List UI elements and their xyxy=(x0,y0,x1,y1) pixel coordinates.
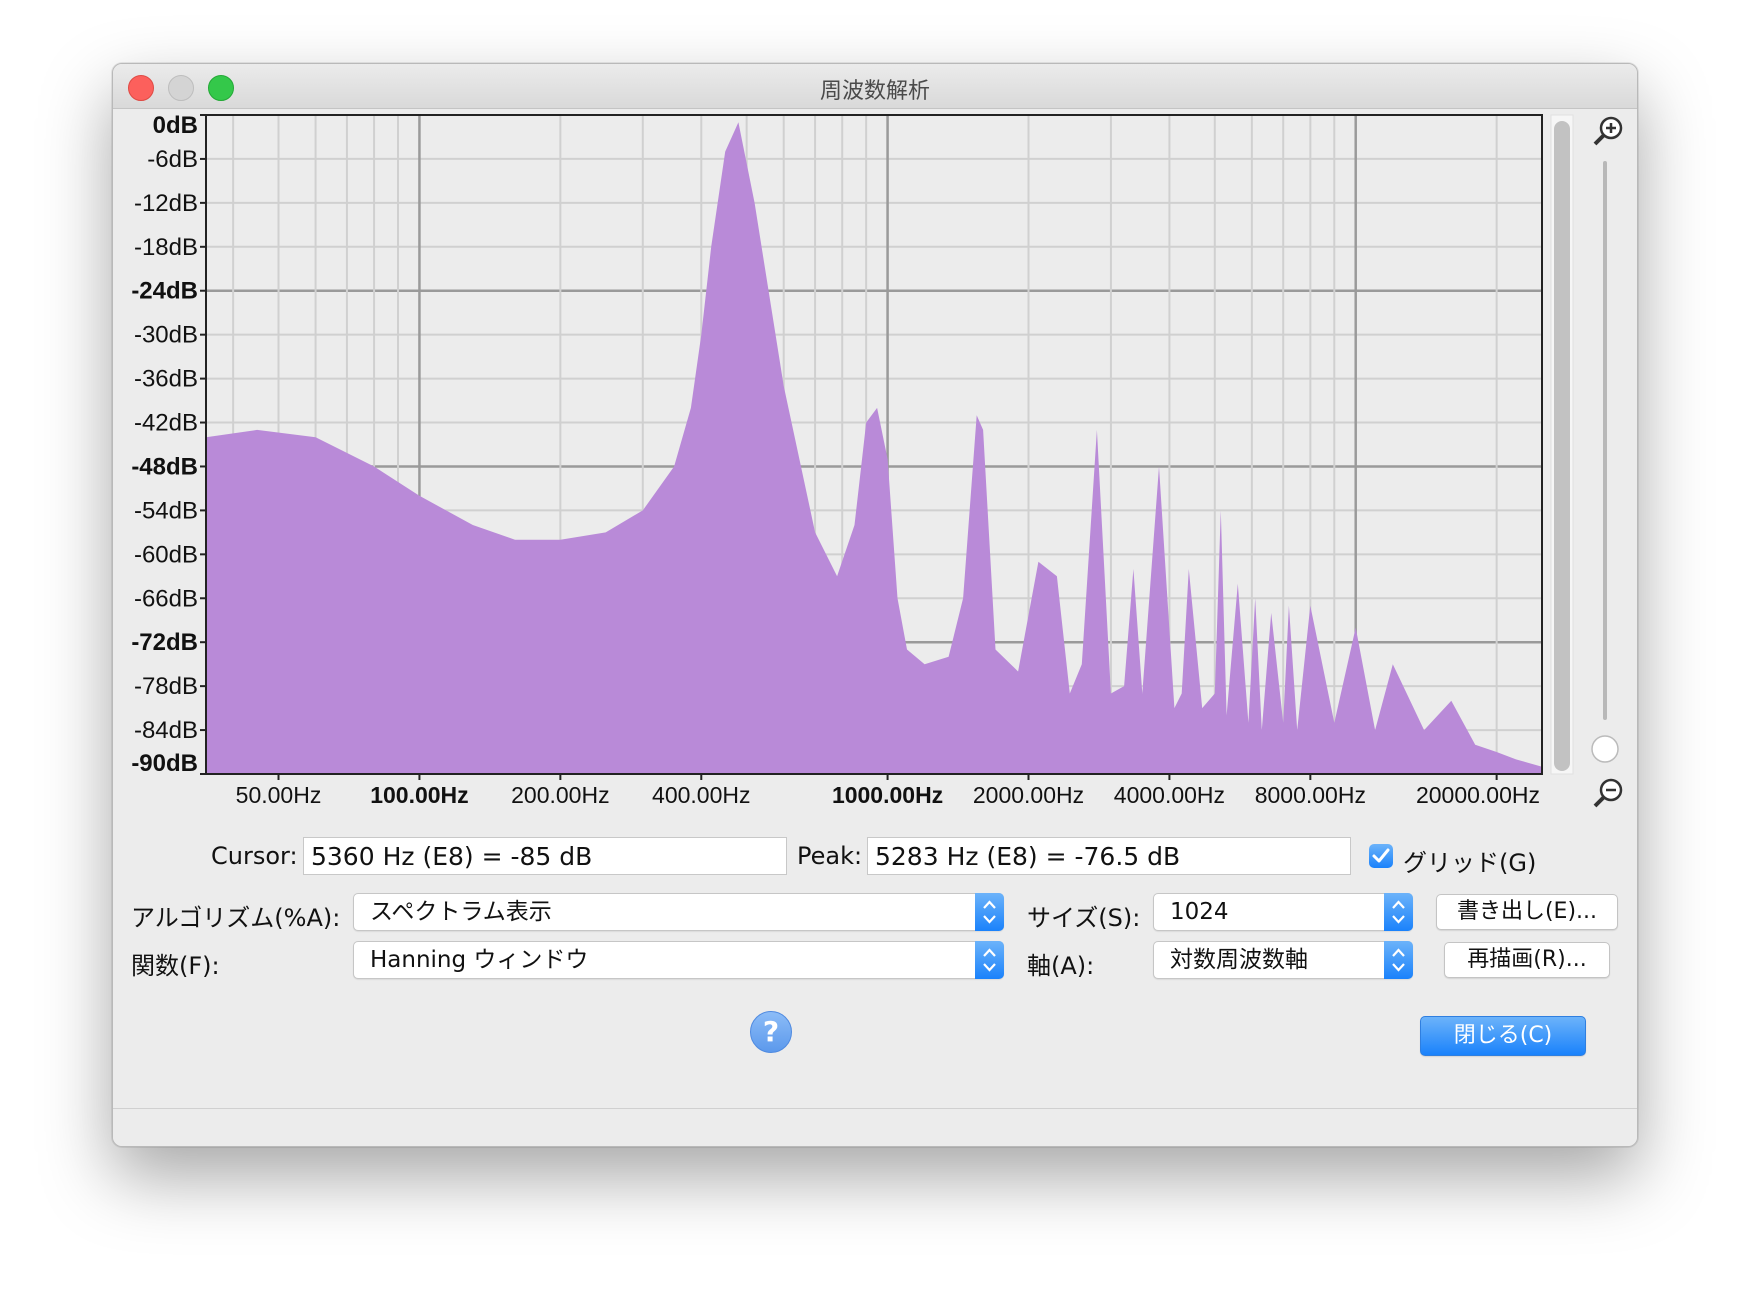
chevron-updown-icon xyxy=(983,900,996,924)
y-tick-label: -24dB xyxy=(131,278,198,305)
y-tick-label: -78dB xyxy=(134,673,198,700)
zoom-slider-thumb[interactable] xyxy=(1591,735,1619,763)
y-tick-label: -84dB xyxy=(134,717,198,744)
scrollbar-thumb[interactable] xyxy=(1554,121,1570,771)
y-axis-labels: 0dB -6dB -12dB -18dB -24dB -30dB -36dB -42dB -48… xyxy=(131,112,198,777)
redraw-button[interactable]: 再描画(R)... xyxy=(1444,942,1610,978)
spectrum-plot: 0dB -6dB -12dB -18dB -24dB -30dB -36dB -42dB -48… xyxy=(131,112,1623,808)
cursor-label: Cursor: xyxy=(211,842,298,870)
y-tick-label: -48dB xyxy=(131,453,198,480)
size-stepper[interactable] xyxy=(1384,893,1413,931)
x-tick-label: 4000.00Hz xyxy=(1114,782,1225,808)
size-value: 1024 xyxy=(1170,899,1229,925)
algorithm-value: スペクトラム表示 xyxy=(370,899,552,925)
zoom-in-icon[interactable] xyxy=(1593,116,1623,146)
y-tick-label: -30dB xyxy=(134,322,198,349)
status-bar xyxy=(113,1108,1637,1146)
grid-checkbox[interactable] xyxy=(1369,844,1393,868)
grid-checkbox-label[interactable]: グリッド(G) xyxy=(1403,843,1536,878)
y-tick-label: -42dB xyxy=(134,410,198,437)
axis-stepper[interactable] xyxy=(1384,941,1413,979)
axis-label: 軸(A): xyxy=(1027,952,1095,980)
algorithm-select[interactable]: スペクトラム表示 xyxy=(353,893,1004,931)
y-tick-label: -18dB xyxy=(134,234,198,261)
function-label: 関数(F): xyxy=(131,952,220,980)
x-tick-label: 200.00Hz xyxy=(511,782,609,808)
y-tick-label: -36dB xyxy=(134,366,198,393)
y-tick-label: 0dB xyxy=(153,112,198,139)
peak-readout: 5283 Hz (E8) = -76.5 dB xyxy=(867,837,1351,875)
export-button[interactable]: 書き出し(E)... xyxy=(1436,894,1618,930)
y-tick-label: -6dB xyxy=(147,146,198,173)
x-tick-label: 1000.00Hz xyxy=(832,782,943,808)
frequency-analysis-window: 周波数解析 0dB -6dB -12dB -18dB -24dB -30dB -36dB -4… xyxy=(112,63,1638,1147)
function-select[interactable]: Hanning ウィンドウ xyxy=(353,941,1004,979)
axis-select[interactable]: 対数周波数軸 xyxy=(1153,941,1413,979)
y-tick-label: -12dB xyxy=(134,190,198,217)
close-button[interactable]: 閉じる(C) xyxy=(1420,1016,1586,1056)
x-tick-label: 2000.00Hz xyxy=(973,782,1084,808)
chevron-updown-icon xyxy=(1392,900,1405,924)
x-tick-label: 8000.00Hz xyxy=(1255,782,1366,808)
cursor-readout: 5360 Hz (E8) = -85 dB xyxy=(303,837,787,875)
zoom-out-icon[interactable] xyxy=(1593,778,1623,808)
window-title: 周波数解析 xyxy=(819,79,930,104)
y-tick-label: -54dB xyxy=(134,497,198,524)
spectrum-area xyxy=(206,122,1542,775)
y-tick-label: -90dB xyxy=(131,750,198,777)
axis-value: 対数周波数軸 xyxy=(1170,947,1308,973)
function-stepper[interactable] xyxy=(975,941,1004,979)
help-icon[interactable]: ? xyxy=(750,1011,792,1053)
chevron-updown-icon xyxy=(983,948,996,972)
size-select[interactable]: 1024 xyxy=(1153,893,1413,931)
x-tick-label: 20000.00Hz xyxy=(1416,782,1540,808)
x-tick-label: 50.00Hz xyxy=(236,782,322,808)
x-tick-label: 400.00Hz xyxy=(652,782,750,808)
y-tick-label: -66dB xyxy=(134,585,198,612)
chevron-updown-icon xyxy=(1392,948,1405,972)
peak-label: Peak: xyxy=(797,842,863,870)
function-value: Hanning ウィンドウ xyxy=(370,947,589,973)
size-label: サイズ(S): xyxy=(1027,904,1141,932)
algorithm-stepper[interactable] xyxy=(975,893,1004,931)
checkmark-icon xyxy=(1372,848,1390,863)
title-bar: 周波数解析 xyxy=(113,64,1637,109)
algorithm-label: アルゴリズム(%A): xyxy=(131,904,341,932)
x-tick-label: 100.00Hz xyxy=(370,782,468,808)
y-tick-label: -72dB xyxy=(131,629,198,656)
x-axis-labels: 50.00Hz 100.00Hz 200.00Hz 400.00Hz 1000.00Hz… xyxy=(236,782,1540,808)
y-tick-label: -60dB xyxy=(134,541,198,568)
